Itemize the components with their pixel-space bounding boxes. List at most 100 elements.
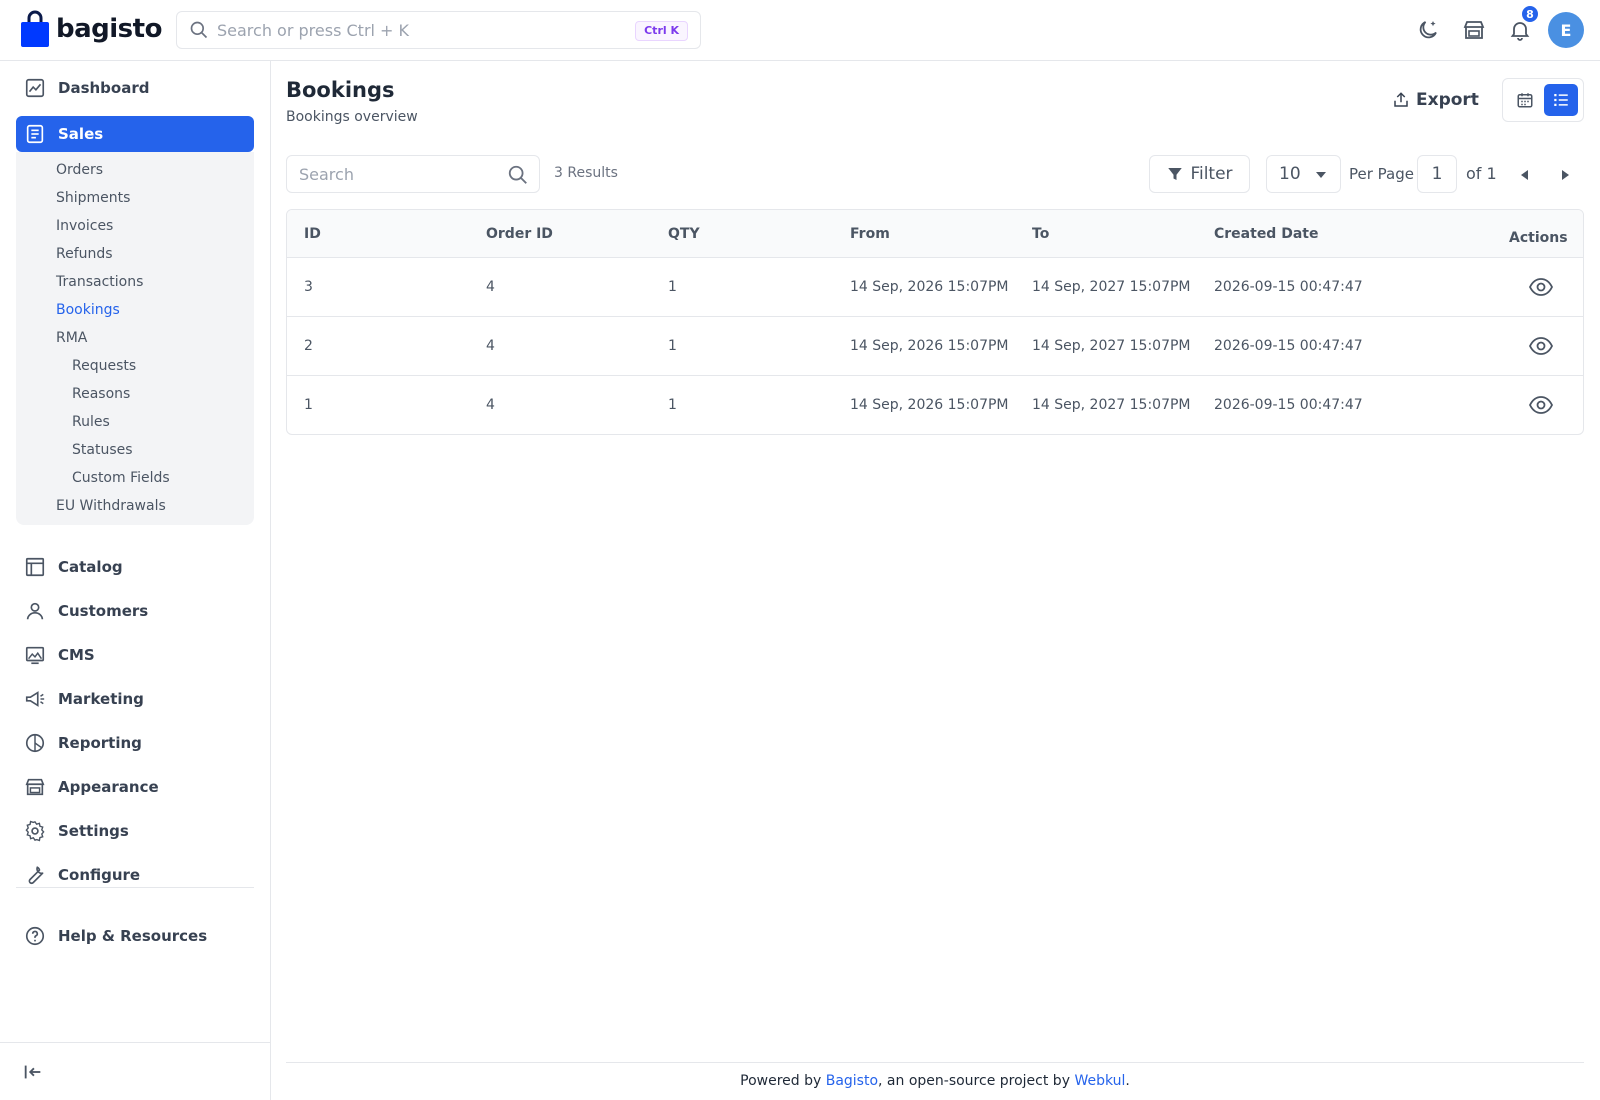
cell-from: 14 Sep, 2026 15:07PM: [850, 279, 1009, 295]
cell-to: 14 Sep, 2027 15:07PM: [1032, 279, 1191, 295]
sidebar-item-dashboard[interactable]: Dashboard: [16, 70, 254, 106]
cell-created-date: 2026-09-15 00:47:47: [1214, 338, 1363, 354]
bagisto-link[interactable]: Bagisto: [826, 1073, 878, 1089]
submenu-refunds[interactable]: Refunds: [56, 246, 113, 262]
cell-id: 2: [304, 338, 313, 354]
prev-page-button[interactable]: [1514, 165, 1534, 185]
cell-id: 3: [304, 279, 313, 295]
page-total: of 1: [1466, 164, 1497, 183]
sidebar-item-settings[interactable]: Settings: [16, 813, 254, 849]
user-avatar[interactable]: E: [1548, 12, 1584, 48]
per-page-select[interactable]: 10: [1266, 155, 1341, 193]
search-icon[interactable]: [507, 164, 529, 186]
page-number-input[interactable]: 1: [1417, 155, 1457, 193]
submenu-rma-reasons[interactable]: Reasons: [72, 386, 130, 402]
submenu-eu-withdrawals[interactable]: EU Withdrawals: [56, 498, 166, 514]
collapse-sidebar-icon[interactable]: [22, 1061, 44, 1083]
submenu-shipments[interactable]: Shipments: [56, 190, 130, 206]
submenu-rma-requests[interactable]: Requests: [72, 358, 136, 374]
export-icon: [1394, 92, 1408, 107]
column-id[interactable]: ID: [304, 226, 321, 242]
sidebar-item-label: Help & Resources: [58, 927, 208, 945]
cell-qty: 1: [668, 338, 677, 354]
sales-icon: [26, 124, 44, 144]
sidebar-divider: [16, 887, 254, 888]
sidebar-item-label: Sales: [58, 125, 104, 143]
sidebar-item-reporting[interactable]: Reporting: [16, 725, 254, 761]
cell-created-date: 2026-09-15 00:47:47: [1214, 397, 1363, 413]
store-icon: [1463, 21, 1485, 39]
page-subtitle: Bookings overview: [286, 109, 418, 125]
column-created-date[interactable]: Created Date: [1214, 226, 1318, 242]
submenu-transactions[interactable]: Transactions: [56, 274, 143, 290]
eye-icon: [1529, 396, 1553, 414]
submenu-rma-statuses[interactable]: Statuses: [72, 442, 133, 458]
sidebar-item-marketing[interactable]: Marketing: [16, 681, 254, 717]
global-search[interactable]: Ctrl K: [176, 11, 701, 49]
datagrid-search-input[interactable]: [287, 164, 497, 184]
submenu-rma-rules[interactable]: Rules: [72, 414, 110, 430]
page-title: Bookings: [286, 78, 395, 102]
brand-logo[interactable]: bagisto: [20, 10, 162, 48]
footer-prefix: Powered by: [740, 1073, 826, 1089]
bookings-table: ID Order ID QTY From To Created Date Act…: [286, 209, 1584, 435]
submenu-invoices[interactable]: Invoices: [56, 218, 113, 234]
list-view-button[interactable]: [1544, 84, 1578, 116]
column-qty[interactable]: QTY: [668, 226, 700, 242]
cms-icon: [25, 646, 45, 665]
datagrid-search[interactable]: [286, 155, 540, 193]
calendar-view-button[interactable]: [1508, 84, 1542, 116]
submenu-bookings[interactable]: Bookings: [56, 302, 120, 318]
filter-icon: [1168, 168, 1183, 180]
sidebar-item-catalog[interactable]: Catalog: [16, 549, 254, 585]
page-footer: Powered by Bagisto, an open-source proje…: [286, 1073, 1584, 1089]
per-page-value: 10: [1279, 164, 1301, 184]
storefront-button[interactable]: [1459, 15, 1489, 45]
list-icon: [1554, 94, 1568, 106]
appearance-icon: [25, 778, 45, 796]
sidebar-item-cms[interactable]: CMS: [16, 637, 254, 673]
footer-middle: , an open-source project by: [878, 1073, 1075, 1089]
sidebar-collapse-bar: [0, 1042, 271, 1100]
settings-icon: [25, 820, 45, 842]
cell-qty: 1: [668, 279, 677, 295]
submenu-rma-custom-fields[interactable]: Custom Fields: [72, 470, 170, 486]
column-actions: Actions: [1509, 230, 1568, 246]
next-page-button[interactable]: [1555, 165, 1575, 185]
caret-down-icon: [1316, 172, 1326, 178]
view-button[interactable]: [1528, 275, 1554, 299]
catalog-icon: [25, 557, 45, 577]
help-icon: [25, 926, 45, 946]
dashboard-icon: [25, 78, 45, 98]
sidebar-item-customers[interactable]: Customers: [16, 593, 254, 629]
cell-id: 1: [304, 397, 313, 413]
sidebar-item-appearance[interactable]: Appearance: [16, 769, 254, 805]
sidebar-item-label: Dashboard: [58, 79, 150, 97]
export-button[interactable]: Export: [1392, 85, 1479, 115]
shopping-bag-icon: [21, 10, 49, 47]
submenu-rma[interactable]: RMA: [56, 330, 87, 346]
column-from[interactable]: From: [850, 226, 890, 242]
cell-order-id: 4: [486, 279, 495, 295]
eye-icon: [1529, 278, 1553, 296]
global-search-input[interactable]: [217, 20, 617, 40]
column-order-id[interactable]: Order ID: [486, 226, 553, 242]
footer-suffix: .: [1125, 1073, 1130, 1089]
sidebar-item-label: Marketing: [58, 690, 144, 708]
customers-icon: [26, 602, 44, 620]
export-label: Export: [1416, 90, 1479, 110]
table-row: 3 4 1 14 Sep, 2026 15:07PM 14 Sep, 2027 …: [287, 258, 1583, 317]
dark-mode-toggle[interactable]: [1413, 15, 1443, 45]
webkul-link[interactable]: Webkul: [1074, 1073, 1125, 1089]
submenu-orders[interactable]: Orders: [56, 162, 103, 178]
caret-left-icon: [1520, 170, 1528, 180]
sidebar-item-help[interactable]: Help & Resources: [16, 918, 254, 954]
view-button[interactable]: [1528, 393, 1554, 417]
column-to[interactable]: To: [1032, 226, 1049, 242]
view-button[interactable]: [1528, 334, 1554, 358]
filter-button[interactable]: Filter: [1149, 155, 1250, 193]
sidebar-item-label: Appearance: [58, 778, 159, 796]
sidebar-item-sales[interactable]: Sales: [16, 116, 254, 152]
eye-icon: [1529, 337, 1553, 355]
cell-from: 14 Sep, 2026 15:07PM: [850, 397, 1009, 413]
